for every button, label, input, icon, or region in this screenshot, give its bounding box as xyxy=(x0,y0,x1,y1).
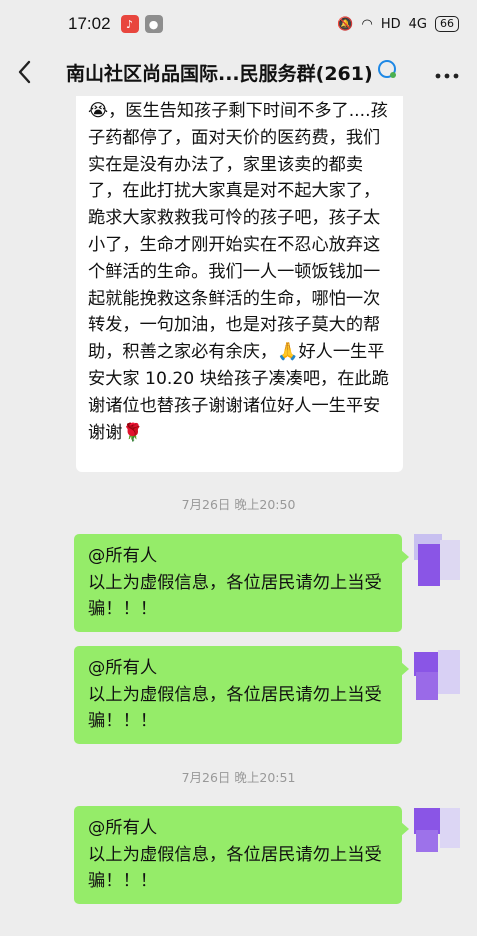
mention-all[interactable]: @所有人 xyxy=(88,543,392,570)
outgoing-message-bubble[interactable]: @所有人 以上为虚假信息，各位居民请勿上当受骗！！！ xyxy=(74,534,409,632)
timestamp: 7月26日 晚上20:51 xyxy=(181,770,296,785)
mention-all[interactable]: @所有人 xyxy=(88,655,392,682)
avatar[interactable] xyxy=(414,522,462,594)
back-chevron-icon[interactable] xyxy=(0,48,48,96)
battery-icon: 66 xyxy=(435,16,459,32)
timestamp: 7月26日 晚上20:50 xyxy=(181,497,296,512)
outgoing-message-bubble[interactable]: @所有人 以上为虚假信息，各位居民请勿上当受骗！！！ xyxy=(74,806,409,904)
incoming-message-text: 😭，医生告知孩子剩下时间不多了....孩子药都停了，面对天价的医药费，我们实在是… xyxy=(88,101,389,443)
mute-bell-icon: 🔕 xyxy=(337,16,354,32)
outgoing-message-bubble[interactable]: @所有人 以上为虚假信息，各位居民请勿上当受骗！！！ xyxy=(74,646,409,744)
avatar[interactable] xyxy=(414,636,462,708)
wifi-icon: ◠ xyxy=(361,16,373,32)
mention-all[interactable]: @所有人 xyxy=(88,815,392,842)
chat-header: 南山社区尚品国际...民服务群(261) xyxy=(0,48,477,96)
message-text: 以上为虚假信息，各位居民请勿上当受骗！！！ xyxy=(88,572,382,620)
signal-label: 4G xyxy=(408,16,427,32)
more-dots-icon[interactable] xyxy=(435,60,459,85)
status-time: 17:02 xyxy=(68,14,111,33)
incoming-message-bubble[interactable]: 😭，医生告知孩子剩下时间不多了....孩子药都停了，面对天价的医药费，我们实在是… xyxy=(76,96,403,472)
message-text: 以上为虚假信息，各位居民请勿上当受骗！！！ xyxy=(88,684,382,732)
status-bar: 17:02 ♪ ● 🔕 ◠ HD 4G 66 xyxy=(0,0,477,48)
message-text: 以上为虚假信息，各位居民请勿上当受骗！！！ xyxy=(88,844,382,892)
avatar[interactable] xyxy=(414,794,462,866)
music-app-icon: ♪ xyxy=(120,15,139,33)
chat-search-icon[interactable] xyxy=(377,59,399,86)
chat-title: 南山社区尚品国际...民服务群(261) xyxy=(66,62,373,85)
network-type: HD xyxy=(380,16,401,32)
status-indicators: 🔕 ◠ HD 4G 66 xyxy=(337,16,459,32)
notification-app-icon: ● xyxy=(144,15,163,33)
